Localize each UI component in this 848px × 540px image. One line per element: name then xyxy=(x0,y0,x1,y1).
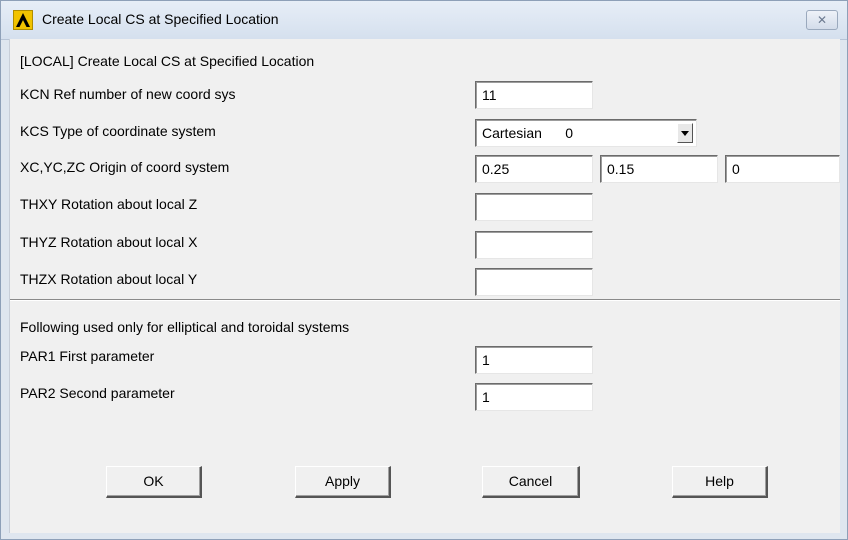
window-title: Create Local CS at Specified Location xyxy=(42,11,279,27)
apply-button[interactable]: Apply xyxy=(295,466,391,498)
thxy-label: THXY Rotation about local Z xyxy=(20,196,198,212)
section-note: Following used only for elliptical and t… xyxy=(20,319,350,335)
par2-label: PAR2 Second parameter xyxy=(20,385,175,401)
close-icon[interactable]: ✕ xyxy=(806,10,838,30)
xc-input[interactable]: 0.25 xyxy=(475,155,593,183)
chevron-down-icon[interactable] xyxy=(677,123,693,143)
ansys-logo-icon xyxy=(13,10,33,30)
kcs-select[interactable]: Cartesian 0 xyxy=(475,119,697,147)
thyz-label: THYZ Rotation about local X xyxy=(20,234,198,250)
par1-input[interactable]: 1 xyxy=(475,346,593,374)
kcn-label: KCN Ref number of new coord sys xyxy=(20,86,236,102)
dialog-header: [LOCAL] Create Local CS at Specified Loc… xyxy=(20,53,315,69)
thyz-input[interactable] xyxy=(475,231,593,259)
ok-button[interactable]: OK xyxy=(106,466,202,498)
kcs-selected-value: Cartesian 0 xyxy=(482,125,574,141)
yc-input[interactable]: 0.15 xyxy=(600,155,718,183)
thxy-input[interactable] xyxy=(475,193,593,221)
par2-input[interactable]: 1 xyxy=(475,383,593,411)
dialog-body: [LOCAL] Create Local CS at Specified Loc… xyxy=(9,39,840,533)
zc-input[interactable]: 0 xyxy=(725,155,840,183)
help-button[interactable]: Help xyxy=(672,466,768,498)
thzx-label: THZX Rotation about local Y xyxy=(20,271,198,287)
cancel-button[interactable]: Cancel xyxy=(482,466,580,498)
par1-label: PAR1 First parameter xyxy=(20,348,155,364)
kcs-label: KCS Type of coordinate system xyxy=(20,123,216,139)
thzx-input[interactable] xyxy=(475,268,593,296)
title-bar[interactable]: Create Local CS at Specified Location ✕ xyxy=(1,1,847,40)
section-divider xyxy=(10,299,840,301)
kcn-input[interactable]: 11 xyxy=(475,81,593,109)
dialog-window: Create Local CS at Specified Location ✕ … xyxy=(0,0,848,540)
origin-label: XC,YC,ZC Origin of coord system xyxy=(20,159,230,175)
